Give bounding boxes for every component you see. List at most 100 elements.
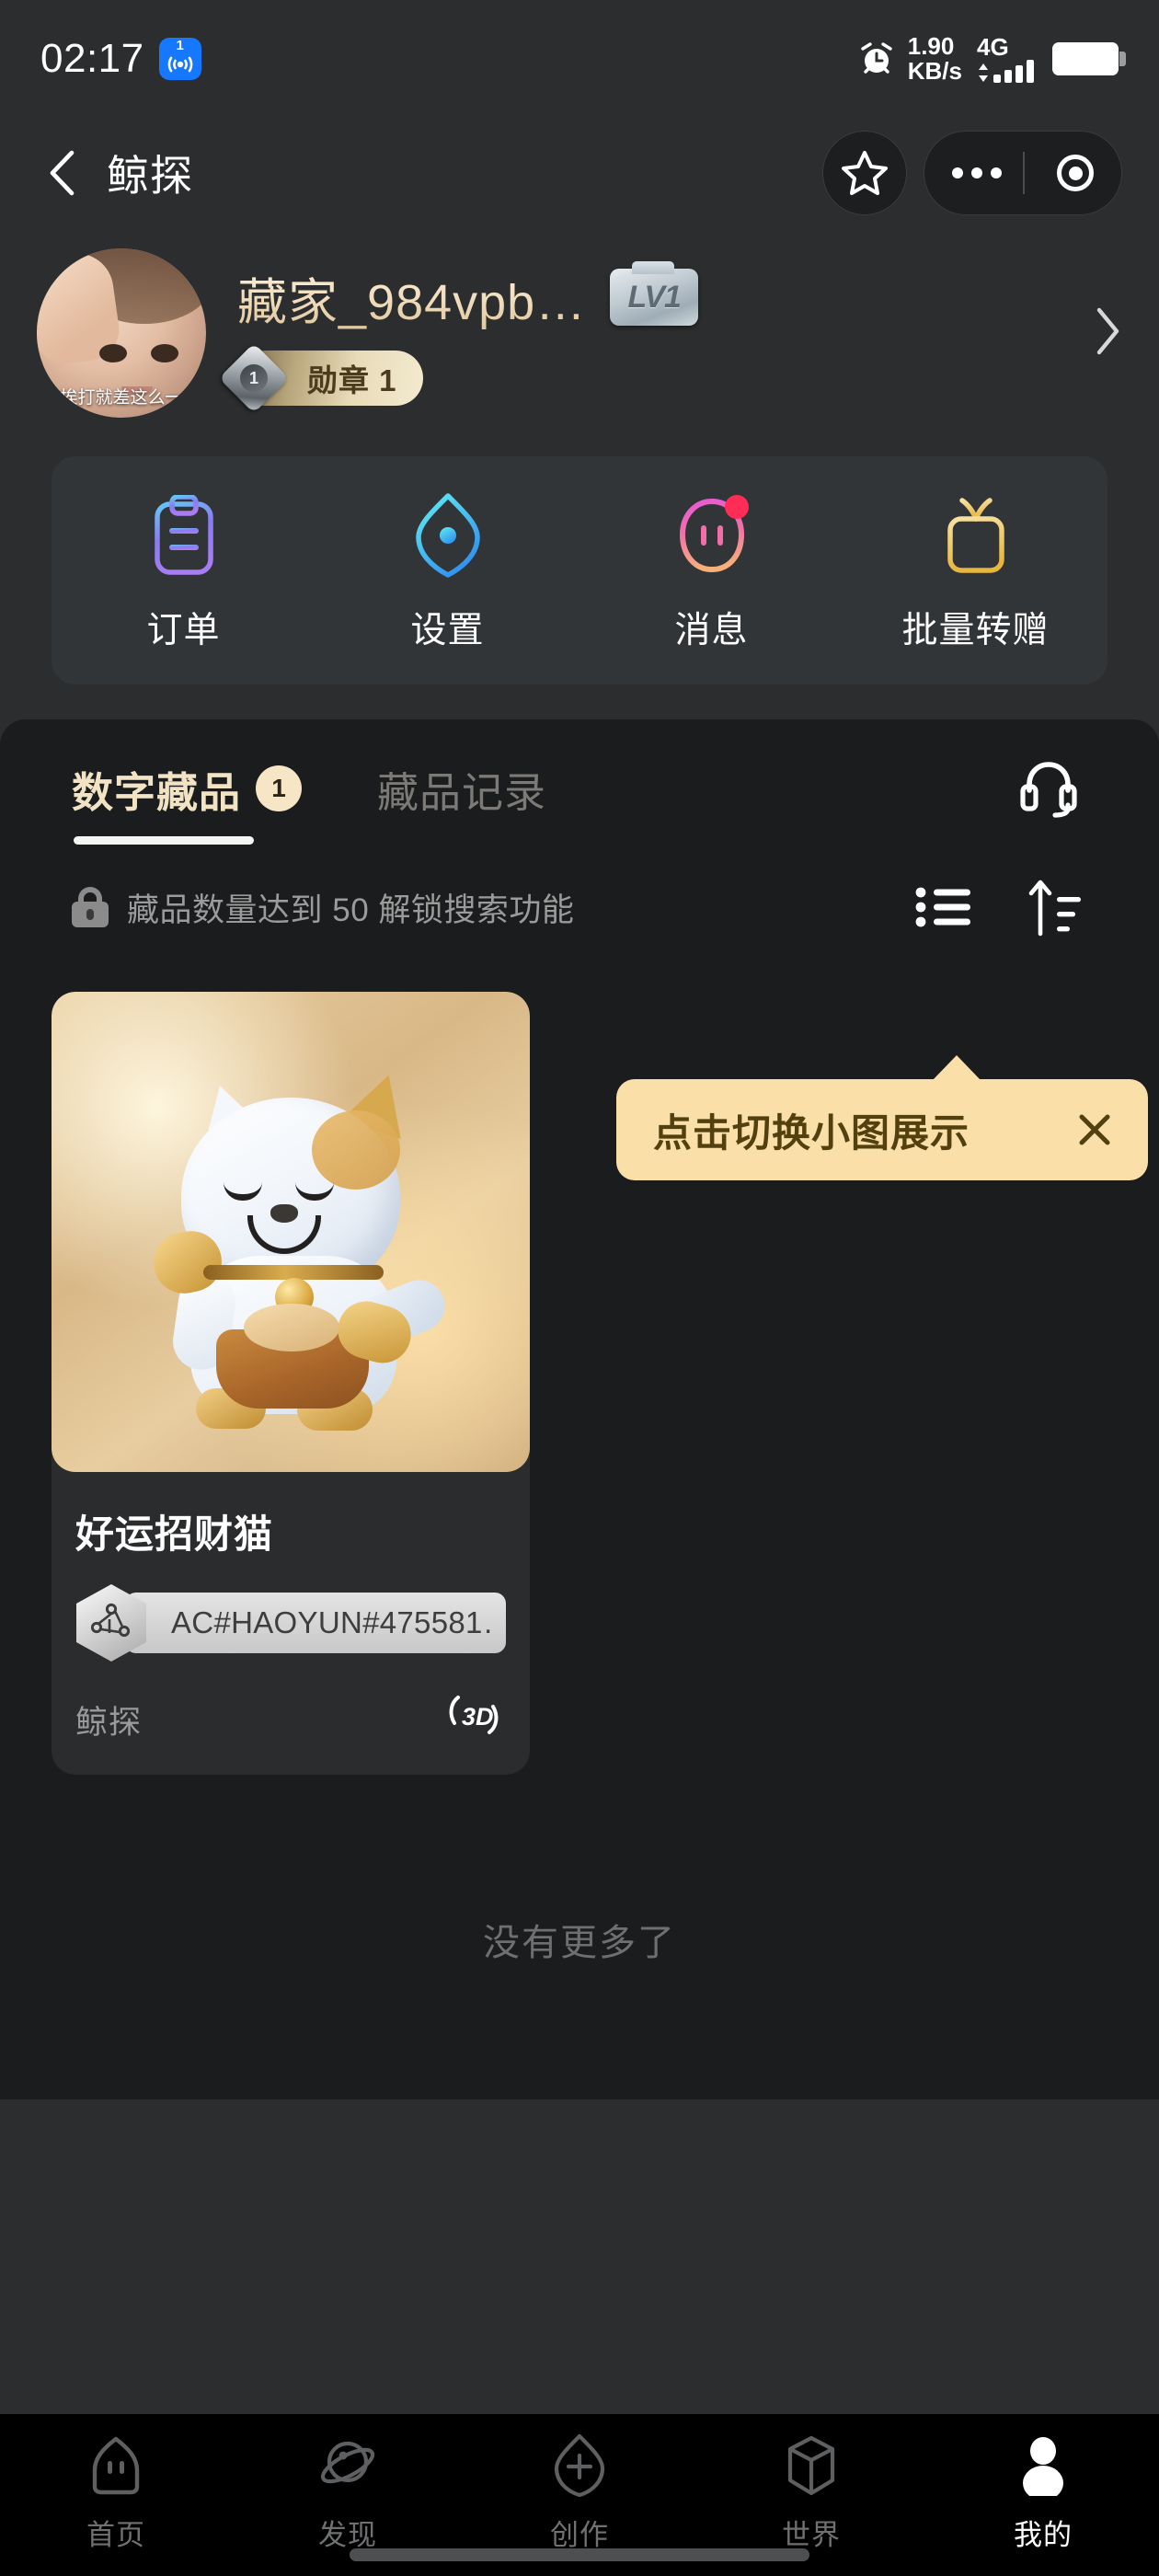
profile-name-row: 藏家_984vpb… LV1 xyxy=(237,261,1073,334)
nav-item-mine[interactable]: 我的 xyxy=(927,2432,1159,2553)
medal-number: 1 xyxy=(240,363,268,392)
quick-actions-card: 订单 设置 消息 批量转赠 xyxy=(52,456,1107,684)
more-dots-icon[interactable] xyxy=(952,167,1002,178)
svg-text:3D: 3D xyxy=(462,1703,494,1731)
house-icon xyxy=(83,2432,149,2499)
quick-action-label: 订单 xyxy=(146,611,221,650)
nav-label: 我的 xyxy=(1014,2519,1073,2551)
message-face-icon xyxy=(670,493,754,578)
end-of-list-text: 没有更多了 xyxy=(483,1923,676,1963)
data-arrows-icon xyxy=(977,63,990,83)
collection-card-body: 好运招财猫 AC#HAOYUN#475581… 鲸探 3D xyxy=(52,1472,530,1775)
avatar-eye-left xyxy=(99,344,127,362)
nav-label: 世界 xyxy=(782,2519,841,2551)
quick-action-messages[interactable]: 消息 xyxy=(580,493,843,653)
profile-name: 藏家_984vpb… xyxy=(237,261,586,334)
alarm-clock-icon xyxy=(858,40,895,77)
collection-card[interactable]: 好运招财猫 AC#HAOYUN#475581… 鲸探 3D xyxy=(52,992,530,1775)
tab-active-underline xyxy=(74,836,254,845)
tab-digital-collection[interactable]: 数字藏品 1 xyxy=(72,719,303,857)
list-view-icon[interactable] xyxy=(911,874,977,940)
header-actions xyxy=(822,131,1122,215)
hexagon-gear-icon xyxy=(406,493,490,578)
network-type: 4G xyxy=(977,32,1009,61)
back-chevron-icon[interactable] xyxy=(37,148,86,198)
tab-label: 数字藏品 xyxy=(72,768,242,816)
avatar-caption: 挨打就差这么一 xyxy=(60,388,183,408)
signal-bars-icon xyxy=(977,59,1034,84)
status-bar-left: 02:17 1 xyxy=(40,36,201,82)
battery-full-icon xyxy=(1052,42,1126,75)
profile-row[interactable]: 挨打就差这么一 藏家_984vpb… LV1 1 勋章 1 xyxy=(0,228,1159,445)
home-indicator xyxy=(350,2548,809,2561)
network-status: 4G xyxy=(977,35,1034,84)
quick-action-batch-transfer[interactable]: 批量转赠 xyxy=(843,493,1107,653)
broadcast-badge-count: 1 xyxy=(176,38,184,53)
media-3d-badge: 3D xyxy=(442,1686,506,1743)
network-speed-value: 1.90 xyxy=(907,32,955,61)
collection-title: 好运招财猫 xyxy=(75,1512,274,1556)
status-time: 02:17 xyxy=(40,36,144,81)
lucky-cat-figure xyxy=(139,1057,453,1432)
plus-shield-icon xyxy=(546,2432,613,2499)
mini-program-capsule[interactable] xyxy=(924,131,1122,215)
page-title: 鲸探 xyxy=(107,152,193,200)
quick-action-settings[interactable]: 设置 xyxy=(316,493,580,653)
quick-action-label: 消息 xyxy=(674,611,749,650)
nav-item-create[interactable]: 创作 xyxy=(464,2432,695,2553)
unread-badge-dot xyxy=(724,495,749,519)
medal-icon: 1 xyxy=(218,342,290,413)
nav-item-discover[interactable]: 发现 xyxy=(232,2432,464,2553)
collection-panel: 数字藏品 1 藏品记录 藏品数量达到 50 解锁搜索功能 好运招财猫 AC#HA… xyxy=(0,719,1159,2099)
quick-action-orders[interactable]: 订单 xyxy=(52,493,316,653)
tooltip-text: 点击切换小图展示 xyxy=(653,1110,970,1155)
nav-label: 首页 xyxy=(86,2519,145,2551)
collection-issuer: 鲸探 xyxy=(75,1705,143,1741)
tab-bar: 数字藏品 1 藏品记录 xyxy=(0,719,1159,857)
medal-badge[interactable]: 1 勋章 1 xyxy=(218,342,423,413)
collection-serial-pill[interactable]: AC#HAOYUN#475581… xyxy=(125,1593,506,1653)
network-speed-unit: KB/s xyxy=(907,57,962,85)
collection-serial-row[interactable]: AC#HAOYUN#475581… xyxy=(75,1583,506,1662)
person-icon xyxy=(1010,2432,1076,2499)
medal-label: 勋章 1 xyxy=(307,362,397,397)
planet-icon xyxy=(315,2432,381,2499)
switch-view-tooltip: 点击切换小图展示 xyxy=(616,1055,1148,1180)
sort-ascending-icon[interactable] xyxy=(1021,874,1087,940)
lock-icon xyxy=(72,887,109,927)
quick-action-label: 批量转赠 xyxy=(901,611,1050,650)
profile-medal-row[interactable]: 1 勋章 1 xyxy=(218,342,1073,413)
collection-image[interactable] xyxy=(52,992,530,1472)
blockchain-hexagon-icon xyxy=(75,1583,147,1662)
collection-serial: AC#HAOYUN#475581… xyxy=(171,1605,491,1639)
page-header: 鲸探 xyxy=(0,118,1159,228)
status-bar: 02:17 1 1.90 KB/s 4G xyxy=(0,0,1159,118)
nav-label: 发现 xyxy=(318,2519,377,2551)
search-lock-text: 藏品数量达到 50 解锁搜索功能 xyxy=(127,891,575,928)
avatar-eye-right xyxy=(151,344,178,362)
level-badge: LV1 xyxy=(610,261,699,326)
quick-action-label: 设置 xyxy=(410,611,485,650)
gift-box-icon xyxy=(934,493,1018,578)
clipboard-icon xyxy=(142,493,226,578)
cube-icon xyxy=(778,2432,844,2499)
avatar[interactable]: 挨打就差这么一 xyxy=(37,248,206,418)
close-x-icon[interactable] xyxy=(1069,1104,1120,1156)
target-circle-icon[interactable] xyxy=(1057,155,1094,191)
tab-label: 藏品记录 xyxy=(377,768,547,816)
collection-toolbar: 藏品数量达到 50 解锁搜索功能 xyxy=(0,857,1159,957)
status-bar-right: 1.90 KB/s 4G xyxy=(858,34,1126,84)
capsule-divider xyxy=(1023,152,1025,194)
star-icon[interactable] xyxy=(822,131,907,215)
headset-icon[interactable] xyxy=(1010,750,1087,827)
search-lock-hint: 藏品数量达到 50 解锁搜索功能 xyxy=(72,884,574,931)
nav-label: 创作 xyxy=(550,2519,609,2551)
network-speed: 1.90 KB/s xyxy=(908,34,962,83)
broadcast-icon: 1 xyxy=(158,38,201,80)
profile-info: 藏家_984vpb… LV1 1 勋章 1 xyxy=(218,261,1073,413)
level-badge-label: LV1 xyxy=(627,279,681,315)
chevron-right-icon[interactable] xyxy=(1073,306,1122,361)
tab-collection-records[interactable]: 藏品记录 xyxy=(377,719,546,857)
nav-item-world[interactable]: 世界 xyxy=(695,2432,927,2553)
nav-item-home[interactable]: 首页 xyxy=(0,2432,232,2553)
